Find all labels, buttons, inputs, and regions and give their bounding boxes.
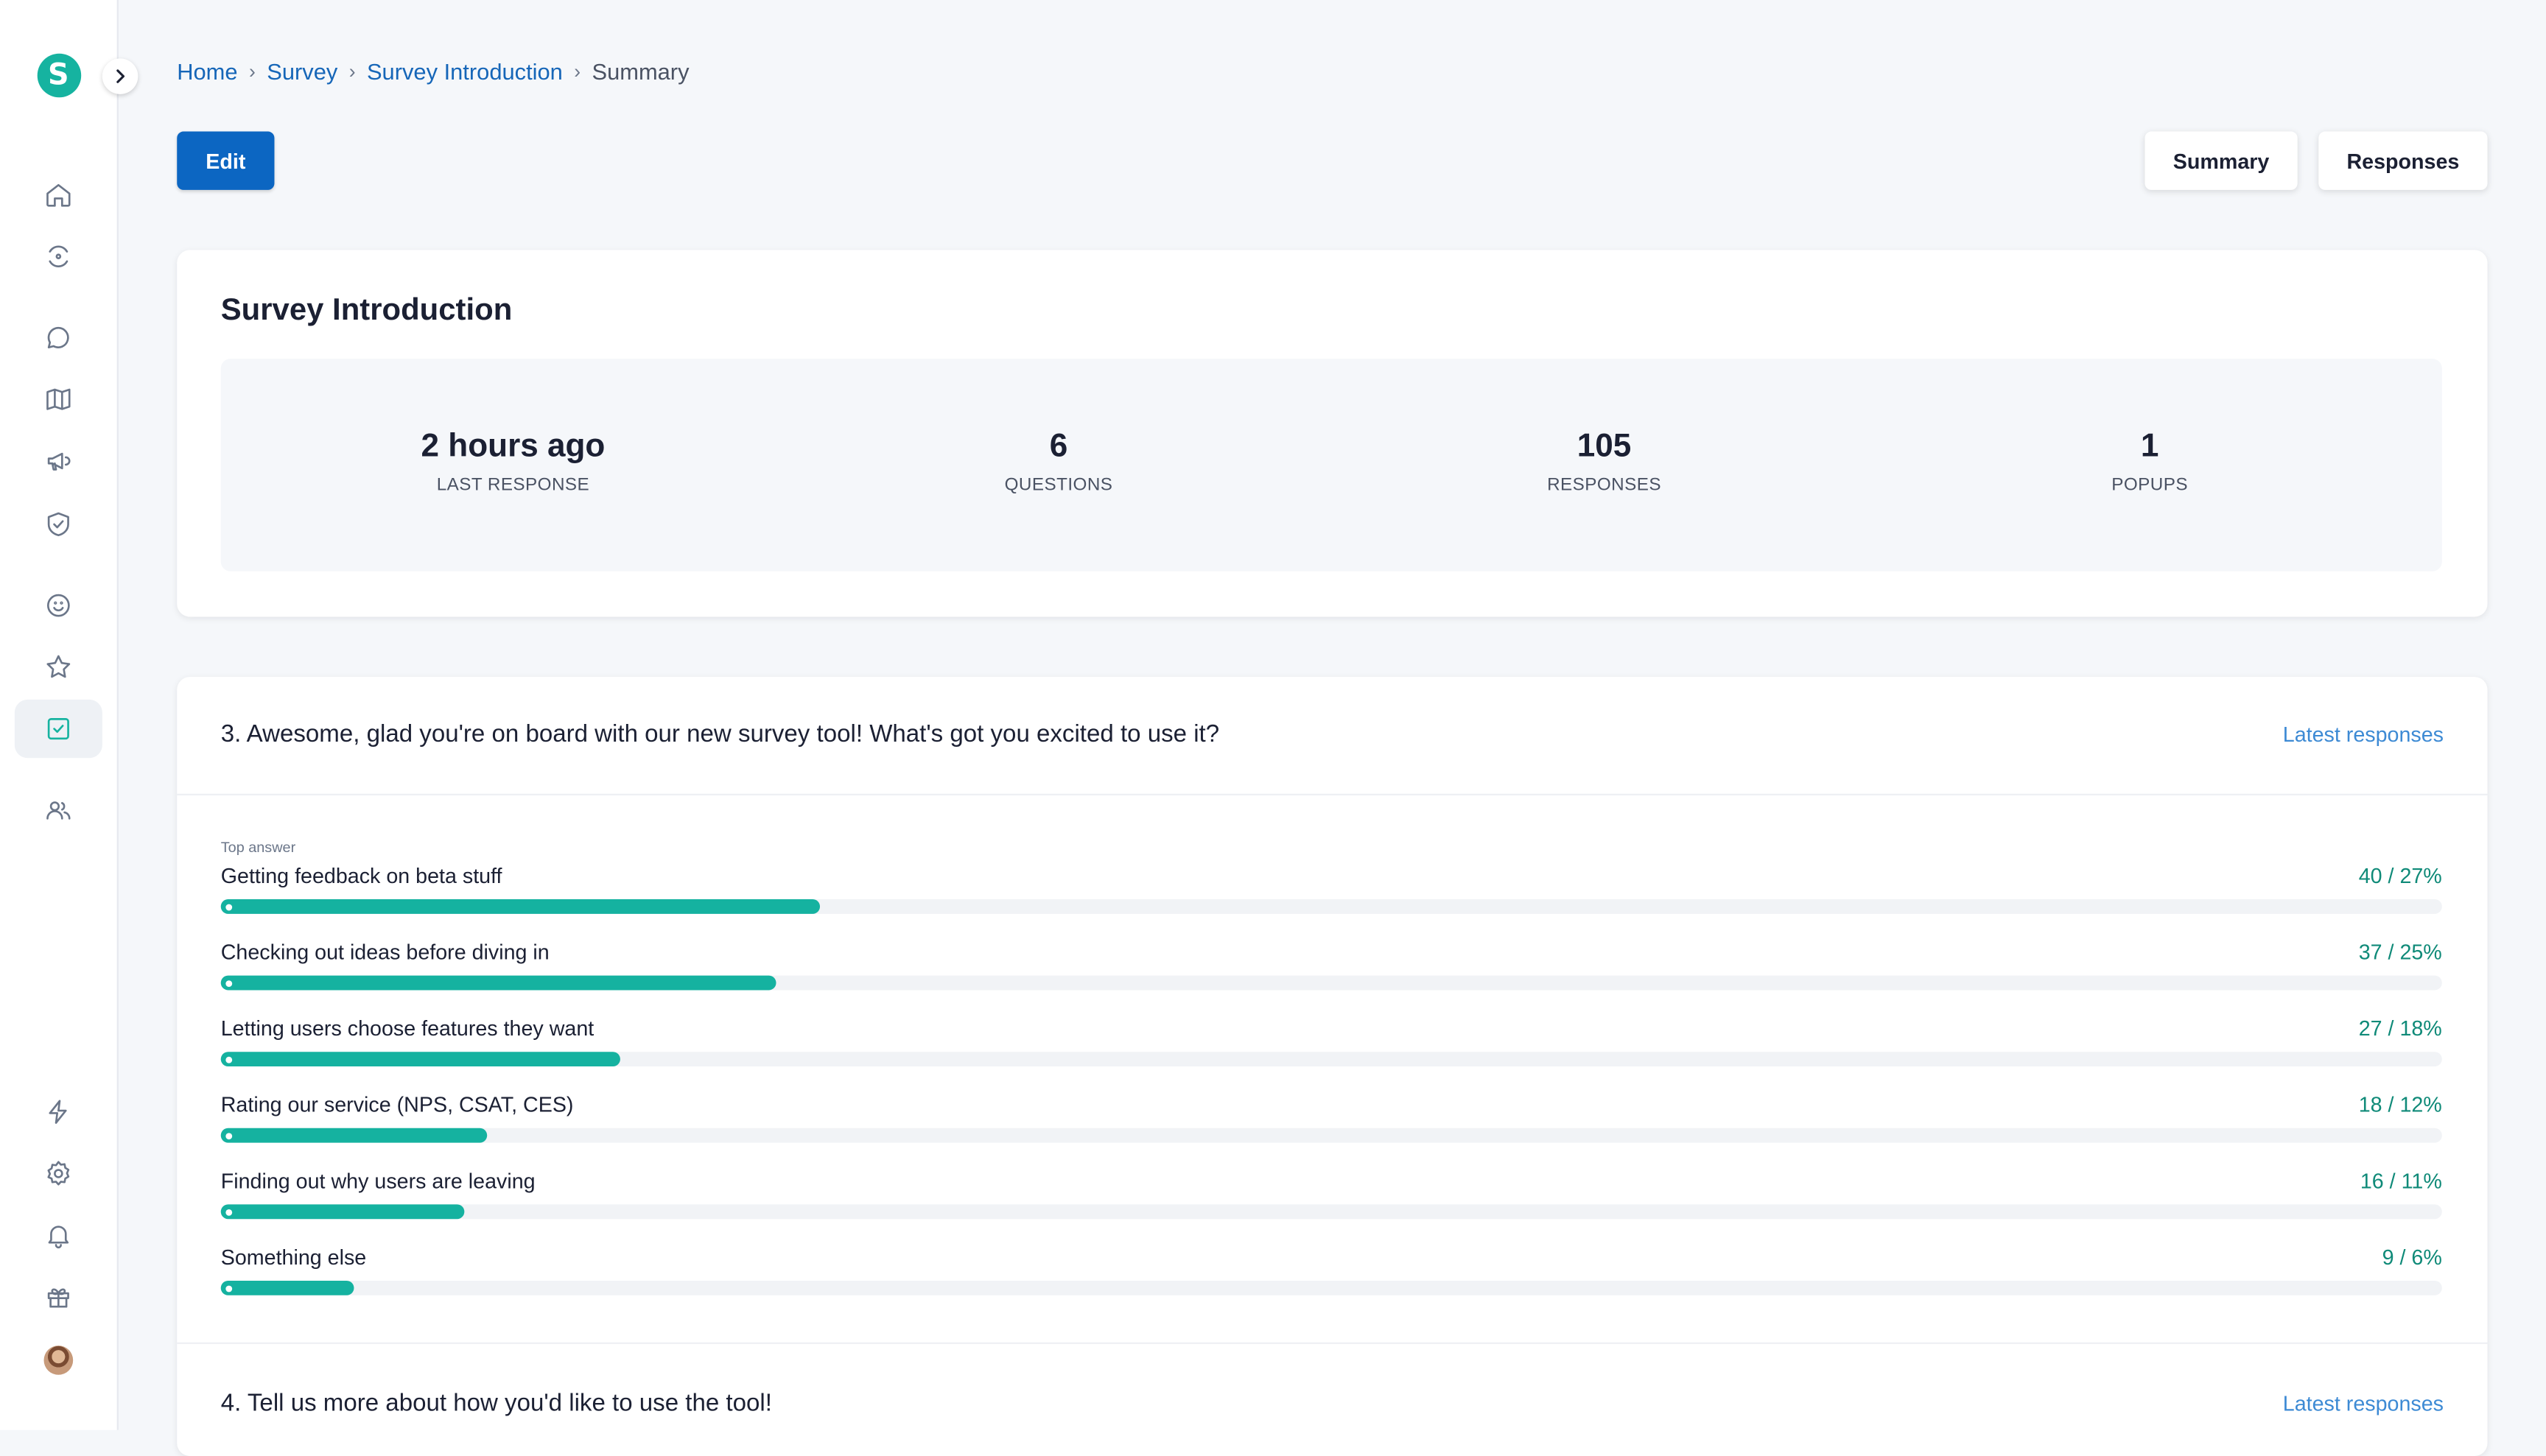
progress-fill <box>220 1128 488 1143</box>
question-title: 4. Tell us more about how you'd like to … <box>220 1389 772 1418</box>
answer-row: Checking out ideas before diving in 37 /… <box>220 940 2442 1005</box>
top-answer-label: Top answer <box>220 839 296 856</box>
expand-sidebar-button[interactable] <box>102 58 138 94</box>
question-title: 3. Awesome, glad you're on board with ou… <box>220 720 1220 749</box>
chevron-right-icon: › <box>348 60 356 83</box>
stat-value: 1 <box>2140 428 2159 465</box>
progress-bar <box>220 899 2442 914</box>
progress-fill <box>220 899 821 914</box>
breadcrumb-home[interactable]: Home <box>177 58 237 84</box>
home-icon[interactable] <box>32 169 85 221</box>
stat-value: 2 hours ago <box>421 428 606 465</box>
progress-fill <box>220 975 776 991</box>
avatar[interactable] <box>43 1346 74 1375</box>
stat-last-response: 2 hours ago LAST RESPONSE <box>351 429 676 495</box>
chevron-right-icon <box>116 69 125 83</box>
target-icon[interactable] <box>32 231 85 283</box>
stat-value: 105 <box>1577 428 1632 465</box>
answer-label: Getting feedback on beta stuff <box>220 863 502 888</box>
answer-count: 37 / 25% <box>2358 940 2442 965</box>
stat-popups: 1 POPUPS <box>1988 429 2312 495</box>
logo-letter: S <box>36 52 81 97</box>
stat-label: QUESTIONS <box>1004 475 1113 496</box>
progress-fill <box>220 1052 620 1067</box>
breadcrumb-survey-introduction[interactable]: Survey Introduction <box>367 58 563 84</box>
stat-responses: 105 RESPONSES <box>1442 429 1767 495</box>
divider <box>177 793 2488 795</box>
progress-fill <box>220 1204 465 1220</box>
bell-icon[interactable] <box>32 1209 85 1262</box>
answer-count: 9 / 6% <box>2382 1245 2442 1270</box>
summary-button[interactable]: Summary <box>2145 131 2298 190</box>
megaphone-icon[interactable] <box>32 435 85 488</box>
answer-label: Rating our service (NPS, CSAT, CES) <box>220 1092 574 1117</box>
star-icon[interactable] <box>32 641 85 694</box>
progress-bar <box>220 1128 2442 1143</box>
lightning-icon[interactable] <box>32 1086 85 1138</box>
question-card: 3. Awesome, glad you're on board with ou… <box>177 677 2488 1456</box>
answer-count: 16 / 11% <box>2360 1168 2442 1193</box>
stat-questions: 6 QUESTIONS <box>897 429 1221 495</box>
progress-bar <box>220 1204 2442 1220</box>
answer-label: Something else <box>220 1245 367 1270</box>
chat-icon[interactable] <box>32 312 85 364</box>
app-logo[interactable]: S <box>23 39 94 110</box>
answer-count: 27 / 18% <box>2358 1016 2442 1041</box>
answer-row: Finding out why users are leaving 16 / 1… <box>220 1168 2442 1234</box>
edit-button[interactable]: Edit <box>177 131 275 190</box>
answer-row: Letting users choose features they want … <box>220 1016 2442 1081</box>
stats-box: 2 hours ago LAST RESPONSE 6 QUESTIONS 10… <box>220 359 2442 572</box>
answer-label: Letting users choose features they want <box>220 1016 595 1041</box>
map-icon[interactable] <box>32 373 85 426</box>
stat-label: RESPONSES <box>1547 475 1661 496</box>
answer-count: 40 / 27% <box>2358 863 2442 888</box>
progress-bar <box>220 975 2442 991</box>
stat-value: 6 <box>1049 428 1068 465</box>
breadcrumb-current: Summary <box>592 58 690 85</box>
answer-label: Finding out why users are leaving <box>220 1168 536 1193</box>
progress-bar <box>220 1052 2442 1067</box>
answer-row: Getting feedback on beta stuff 40 / 27% <box>220 863 2442 929</box>
breadcrumb: Home › Survey › Survey Introduction › Su… <box>177 58 689 84</box>
progress-fill <box>220 1280 354 1295</box>
survey-title: Survey Introduction <box>220 293 513 328</box>
responses-button[interactable]: Responses <box>2318 131 2488 190</box>
checkbox-icon[interactable] <box>14 699 102 759</box>
divider <box>177 1342 2488 1344</box>
latest-responses-link[interactable]: Latest responses <box>2283 722 2444 747</box>
chevron-right-icon: › <box>574 60 581 83</box>
gift-icon[interactable] <box>32 1271 85 1323</box>
answer-count: 18 / 12% <box>2358 1092 2442 1117</box>
answer-label: Checking out ideas before diving in <box>220 940 550 965</box>
gear-icon[interactable] <box>32 1147 85 1200</box>
smiley-icon[interactable] <box>32 580 85 632</box>
answer-row: Something else 9 / 6% <box>220 1245 2442 1309</box>
survey-summary-card: Survey Introduction 2 hours ago LAST RES… <box>177 250 2488 617</box>
sidebar: S <box>0 0 119 1430</box>
breadcrumb-survey[interactable]: Survey <box>267 58 337 84</box>
shield-check-icon[interactable] <box>32 499 85 551</box>
chevron-right-icon: › <box>249 60 256 83</box>
stat-label: LAST RESPONSE <box>436 475 590 496</box>
stat-label: POPUPS <box>2111 475 2188 496</box>
answer-row: Rating our service (NPS, CSAT, CES) 18 /… <box>220 1092 2442 1157</box>
progress-bar <box>220 1280 2442 1295</box>
latest-responses-link[interactable]: Latest responses <box>2283 1391 2444 1415</box>
users-icon[interactable] <box>32 784 85 837</box>
